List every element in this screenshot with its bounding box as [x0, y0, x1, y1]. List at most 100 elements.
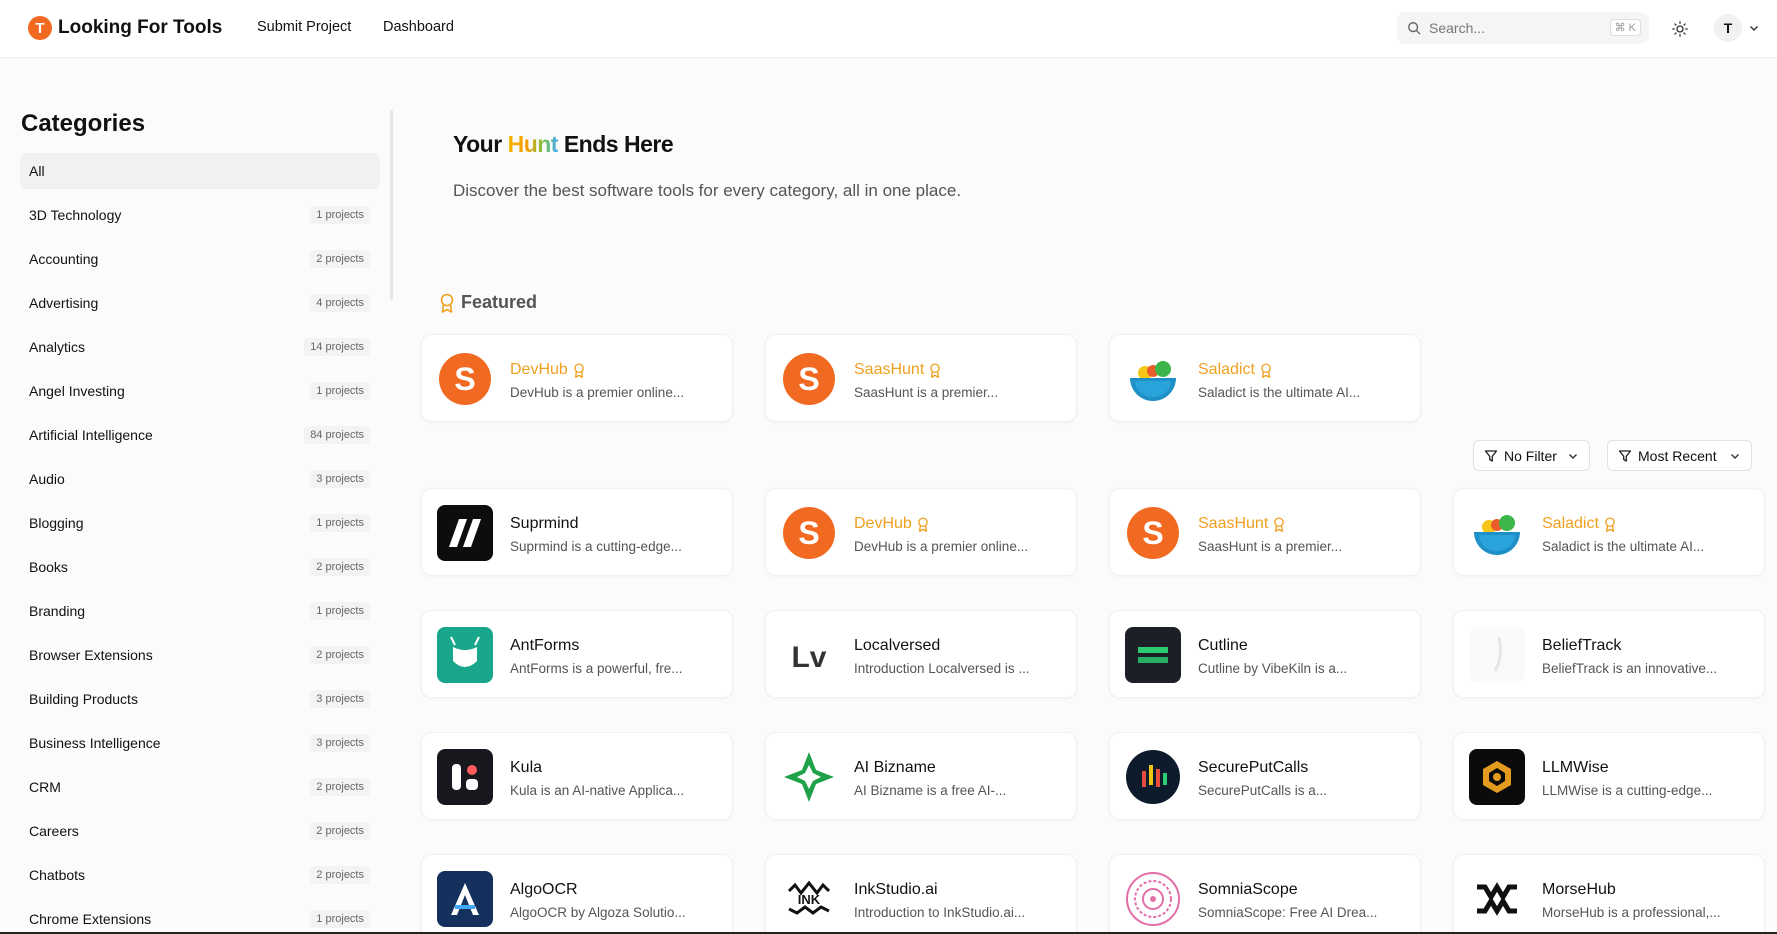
project-card[interactable]: LLMWise LLMWise is a cutting-edge... — [1453, 732, 1765, 820]
sidebar-item-analytics[interactable]: Analytics 14 projects — [20, 329, 380, 365]
sidebar-item-all[interactable]: All — [20, 153, 380, 189]
project-card[interactable]: AlgoOCR AlgoOCR by Algoza Solutio... — [421, 854, 733, 934]
award-icon — [918, 516, 928, 532]
sidebar-item-building-products[interactable]: Building Products 3 projects — [20, 681, 380, 717]
project-name[interactable]: InkStudio.ai — [854, 881, 938, 899]
project-name[interactable]: SaasHunt — [854, 361, 941, 379]
award-icon — [440, 293, 454, 313]
project-card[interactable]: S SaasHunt SaasHunt is a premier... — [765, 334, 1077, 422]
project-card[interactable]: MorseHub MorseHub is a professional,... — [1453, 854, 1765, 934]
project-name[interactable]: AntForms — [510, 637, 579, 655]
project-description: Introduction Localversed is ... — [854, 661, 1030, 676]
search-input[interactable] — [1429, 20, 1604, 36]
sidebar-item-books[interactable]: Books 2 projects — [20, 549, 380, 585]
sidebar-item-careers[interactable]: Careers 2 projects — [20, 813, 380, 849]
project-card[interactable]: Saladict Saladict is the ultimate AI... — [1109, 334, 1421, 422]
project-name[interactable]: AlgoOCR — [510, 881, 578, 899]
project-card[interactable]: AI Bizname AI Bizname is a free AI-... — [765, 732, 1077, 820]
project-description: LLMWise is a cutting-edge... — [1542, 783, 1713, 798]
nav-submit-project[interactable]: Submit Project — [257, 19, 351, 35]
project-name[interactable]: AI Bizname — [854, 759, 936, 777]
chevron-down-icon — [1750, 26, 1758, 31]
project-name[interactable]: DevHub — [854, 515, 929, 533]
project-name-text: SecurePutCalls — [1198, 759, 1309, 776]
project-name-text: SaasHunt — [854, 361, 925, 378]
project-name[interactable]: SecurePutCalls — [1198, 759, 1308, 777]
sidebar-item-chrome-extensions[interactable]: Chrome Extensions 1 projects — [20, 901, 380, 934]
user-menu[interactable]: T — [1714, 14, 1760, 42]
project-card[interactable]: S SaasHunt SaasHunt is a premier... — [1109, 488, 1421, 576]
category-list: All 3D Technology 1 projects Accounting 2 pr… — [20, 153, 380, 934]
chevron-down-icon — [1730, 453, 1739, 459]
project-name-text: DevHub — [854, 515, 912, 532]
sort-label: Most Recent — [1638, 447, 1717, 464]
project-count-badge: 14 projects — [304, 338, 370, 356]
cutline-logo-icon — [1125, 627, 1181, 683]
project-name[interactable]: DevHub — [510, 361, 585, 379]
sidebar-item-3d-technology[interactable]: 3D Technology 1 projects — [20, 197, 380, 233]
project-name[interactable]: BeliefTrack — [1542, 637, 1621, 655]
project-card[interactable]: AntForms AntForms is a powerful, fre... — [421, 610, 733, 698]
project-card[interactable]: Saladict Saladict is the ultimate AI... — [1453, 488, 1765, 576]
search-bar[interactable]: ⌘ K — [1397, 12, 1649, 44]
award-icon — [574, 362, 584, 378]
project-name[interactable]: Saladict — [1198, 361, 1272, 379]
project-card[interactable]: Kula Kula is an AI-native Applica... — [421, 732, 733, 820]
inkstudio-logo-icon: INK — [781, 871, 837, 927]
project-name[interactable]: Suprmind — [510, 515, 578, 533]
project-name[interactable]: Cutline — [1198, 637, 1248, 655]
algoocr-logo-icon — [437, 871, 493, 927]
sort-dropdown[interactable]: Most Recent — [1607, 440, 1752, 471]
sidebar-item-label: Angel Investing — [29, 383, 125, 399]
sidebar-item-artificial-intelligence[interactable]: Artificial Intelligence 84 projects — [20, 417, 380, 453]
project-name[interactable]: LLMWise — [1542, 759, 1609, 777]
project-card[interactable]: Cutline Cutline by VibeKiln is a... — [1109, 610, 1421, 698]
morse-logo-icon — [1469, 871, 1525, 927]
sidebar-item-branding[interactable]: Branding 1 projects — [20, 593, 380, 629]
svg-text:S: S — [798, 361, 819, 397]
svg-text:S: S — [798, 515, 819, 551]
filter-icon — [1618, 449, 1632, 462]
sidebar-item-browser-extensions[interactable]: Browser Extensions 2 projects — [20, 637, 380, 673]
sidebar-item-angel-investing[interactable]: Angel Investing 1 projects — [20, 373, 380, 409]
project-name-text: Saladict — [1198, 361, 1255, 378]
project-card[interactable]: INK InkStudio.ai Introduction to InkStudio… — [765, 854, 1077, 934]
filter-dropdown[interactable]: No Filter — [1473, 440, 1590, 471]
project-card[interactable]: Lv Localversed Introduction Localversed is… — [765, 610, 1077, 698]
sidebar-item-crm[interactable]: CRM 2 projects — [20, 769, 380, 805]
sidebar-item-accounting[interactable]: Accounting 2 projects — [20, 241, 380, 277]
award-icon — [1605, 516, 1615, 532]
belief-logo-icon — [1469, 627, 1525, 683]
project-name[interactable]: Kula — [510, 759, 542, 777]
filter-label: No Filter — [1504, 447, 1557, 464]
sidebar-item-business-intelligence[interactable]: Business Intelligence 3 projects — [20, 725, 380, 761]
project-card[interactable]: SecurePutCalls SecurePutCalls is a... — [1109, 732, 1421, 820]
project-card[interactable]: Suprmind Suprmind is a cutting-edge... — [421, 488, 733, 576]
project-card[interactable]: BeliefTrack BeliefTrack is an innovative.… — [1453, 610, 1765, 698]
sidebar-scrollbar[interactable] — [390, 110, 393, 300]
project-name-text: InkStudio.ai — [854, 881, 938, 898]
sidebar-item-chatbots[interactable]: Chatbots 2 projects — [20, 857, 380, 893]
project-card[interactable]: S DevHub DevHub is a premier online... — [421, 334, 733, 422]
site-logo[interactable]: T Looking For Tools — [28, 16, 222, 40]
project-card[interactable]: S DevHub DevHub is a premier online... — [765, 488, 1077, 576]
sidebar-item-label: CRM — [29, 779, 61, 795]
project-name[interactable]: SomniaScope — [1198, 881, 1298, 899]
project-name-text: AI Bizname — [854, 759, 936, 776]
logo-text: Looking For Tools — [58, 17, 223, 38]
sidebar-item-advertising[interactable]: Advertising 4 projects — [20, 285, 380, 321]
sidebar-item-audio[interactable]: Audio 3 projects — [20, 461, 380, 497]
project-name-text: DevHub — [510, 361, 568, 378]
top-header: T Looking For Tools Submit Project Dashb… — [0, 0, 1777, 58]
project-name[interactable]: SaasHunt — [1198, 515, 1285, 533]
nav-dashboard[interactable]: Dashboard — [383, 19, 454, 35]
sidebar-item-blogging[interactable]: Blogging 1 projects — [20, 505, 380, 541]
theme-toggle-button[interactable] — [1668, 17, 1692, 41]
project-card[interactable]: SomniaScope SomniaScope: Free AI Drea... — [1109, 854, 1421, 934]
s-logo-icon: S — [1125, 505, 1181, 561]
project-name[interactable]: MorseHub — [1542, 881, 1616, 899]
project-name[interactable]: Saladict — [1542, 515, 1616, 533]
project-name[interactable]: Localversed — [854, 637, 940, 655]
llmwise-logo-icon — [1469, 749, 1525, 805]
search-icon — [1408, 22, 1421, 35]
